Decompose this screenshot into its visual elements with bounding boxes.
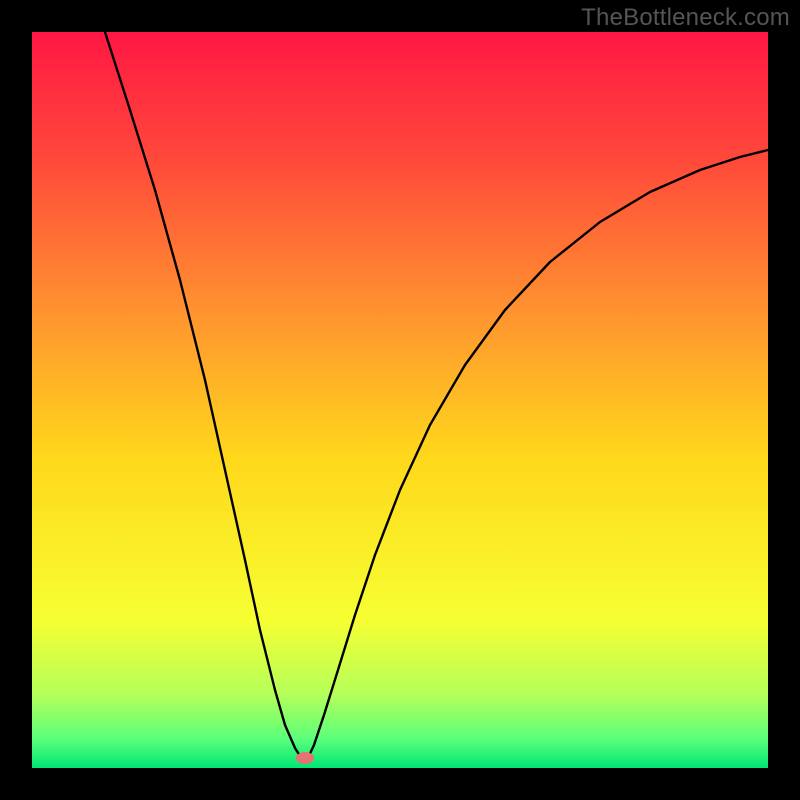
watermark-text: TheBottleneck.com bbox=[581, 4, 790, 32]
bottleneck-chart bbox=[0, 0, 800, 800]
chart-frame: TheBottleneck.com bbox=[0, 0, 800, 800]
plot-background bbox=[32, 32, 768, 768]
optimal-point-marker bbox=[296, 752, 314, 764]
